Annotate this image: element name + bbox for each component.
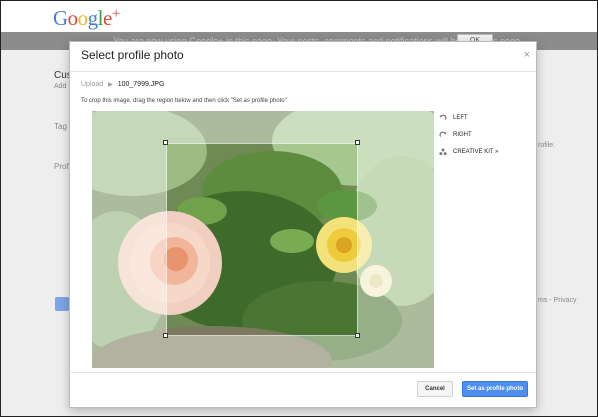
crop-mask-bottom xyxy=(92,336,434,368)
creative-kit-icon xyxy=(439,148,447,156)
breadcrumb-filename: 100_7999.JPG xyxy=(117,81,165,88)
crop-mask-top xyxy=(92,111,434,143)
cancel-button[interactable]: Cancel xyxy=(417,381,453,397)
crop-region[interactable] xyxy=(166,143,358,336)
breadcrumb-upload-link[interactable]: Upload xyxy=(81,81,103,88)
crop-handle-top-right[interactable] xyxy=(355,140,360,145)
close-icon[interactable]: × xyxy=(524,49,530,61)
set-profile-photo-button[interactable]: Set as profile photo xyxy=(462,381,528,397)
rotate-right-icon xyxy=(439,131,447,137)
creative-kit-label: CREATIVE KIT » xyxy=(453,149,499,155)
crop-mask-right xyxy=(358,143,434,336)
crop-handle-bottom-left[interactable] xyxy=(163,333,168,338)
divider xyxy=(70,71,536,72)
divider xyxy=(70,372,536,373)
rotate-left-icon xyxy=(439,114,447,120)
rotate-left-button[interactable]: LEFT xyxy=(439,114,468,122)
breadcrumb: Upload ▶ 100_7999.JPG xyxy=(81,81,164,88)
crop-handle-top-left[interactable] xyxy=(163,140,168,145)
creative-kit-button[interactable]: CREATIVE KIT » xyxy=(439,148,498,156)
crop-instructions: To crop this image, drag the region belo… xyxy=(81,98,287,104)
bg-right-text: rofile. xyxy=(538,142,556,149)
rotate-left-label: LEFT xyxy=(453,115,468,121)
bg-tag-label: Tag xyxy=(54,122,67,131)
google-plus-logo[interactable]: Google+ xyxy=(53,6,120,31)
chevron-right-icon: ▶ xyxy=(108,82,113,88)
rotate-right-label: RIGHT xyxy=(453,132,472,138)
dialog-title: Select profile photo xyxy=(81,48,184,62)
crop-image[interactable] xyxy=(92,111,434,368)
app-window: Google+ You are now using Google+ in thi… xyxy=(0,0,598,417)
crop-handle-bottom-right[interactable] xyxy=(355,333,360,338)
bg-footer-links[interactable]: ms - Privacy xyxy=(538,297,577,304)
bg-profile-label: Profi xyxy=(54,162,71,171)
select-photo-dialog: Select profile photo × Upload ▶ 100_7999… xyxy=(69,41,537,408)
crop-mask-left xyxy=(92,143,166,336)
rotate-right-button[interactable]: RIGHT xyxy=(439,131,472,139)
bg-button[interactable] xyxy=(55,297,69,311)
bg-subheading: Add xyxy=(54,83,67,90)
